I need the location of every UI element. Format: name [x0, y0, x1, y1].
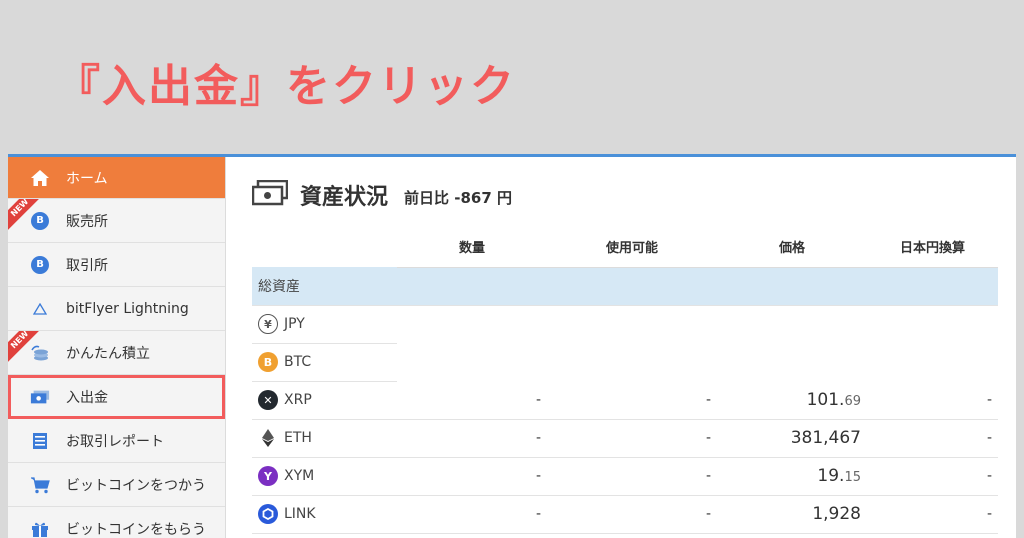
sidebar-item-get-bitcoin[interactable]: ビットコインをもらう: [8, 507, 225, 538]
table-row[interactable]: ¥ JPY: [252, 305, 998, 344]
asset-symbol: XRP: [284, 392, 312, 408]
sidebar-item-accumulate[interactable]: NEW かんたん積立: [8, 331, 225, 375]
sidebar-item-label: ビットコインをつかう: [66, 477, 206, 494]
asset-available: -: [547, 495, 717, 534]
page-title: 資産状況: [300, 185, 389, 210]
instruction-banner: 『入出金』をクリック: [56, 61, 516, 112]
sidebar-item-label: かんたん積立: [66, 345, 150, 362]
sidebar-item-use-bitcoin[interactable]: ビットコインをつかう: [8, 463, 225, 507]
asset-price: 1,928: [717, 495, 867, 534]
chainlink-icon: [258, 504, 278, 524]
symbol-icon: Y: [258, 466, 278, 486]
column-header-price: 価格: [717, 227, 867, 268]
table-row[interactable]: LINK - - 1,928 -: [252, 495, 998, 534]
sidebar-item-exchange[interactable]: B 取引所: [8, 243, 225, 287]
asset-available: -: [547, 419, 717, 458]
home-icon: [30, 168, 50, 188]
bitcoin-icon: B: [258, 352, 278, 372]
report-icon: [30, 431, 50, 451]
sidebar: ホーム NEW B 販売所 B 取引所 bitFlyer Lightning N…: [8, 157, 226, 538]
daily-change-unit: 円: [497, 188, 513, 207]
sidebar-item-label: 入出金: [66, 389, 108, 406]
table-header-row: 数量 使用可能 価格 日本円換算: [252, 227, 998, 268]
bitcoin-icon: B: [30, 255, 50, 275]
table-header-blank: [252, 227, 397, 267]
ethereum-icon: [258, 428, 278, 448]
asset-symbol: XYM: [284, 468, 315, 484]
cart-icon: [30, 475, 50, 495]
column-header-quantity: 数量: [397, 227, 547, 268]
gift-icon: [30, 519, 50, 538]
total-assets-row: 総資産: [252, 267, 998, 306]
asset-symbol: ETH: [284, 430, 312, 446]
sidebar-item-label: ビットコインをもらう: [66, 521, 206, 538]
app-window: ホーム NEW B 販売所 B 取引所 bitFlyer Lightning N…: [8, 154, 1016, 538]
page-header: 資産状況 前日比 -867 円: [251, 179, 512, 211]
sidebar-item-sales[interactable]: NEW B 販売所: [8, 199, 225, 243]
asset-jpy: -: [867, 381, 998, 420]
money-icon: [30, 387, 50, 407]
daily-change-label: 前日比: [404, 188, 450, 207]
asset-jpy: -: [867, 419, 998, 458]
lightning-triangle-icon: [30, 299, 50, 319]
table-row[interactable]: ✕ XRP - - 101.69 -: [252, 381, 998, 420]
asset-price: 381,467: [717, 419, 867, 458]
sidebar-item-deposit-withdraw[interactable]: 入出金: [8, 375, 225, 419]
sidebar-item-label: bitFlyer Lightning: [66, 300, 189, 317]
asset-price: 19.15: [717, 457, 867, 496]
asset-quantity: -: [397, 419, 547, 458]
table-row[interactable]: B BTC: [252, 343, 998, 382]
asset-quantity: -: [397, 381, 547, 420]
sidebar-item-lightning[interactable]: bitFlyer Lightning: [8, 287, 225, 331]
table-row[interactable]: ETH - - 381,467 -: [252, 419, 998, 458]
asset-price: 101.69: [717, 381, 867, 420]
money-icon: [251, 179, 289, 210]
sidebar-item-label: 取引所: [66, 257, 108, 274]
total-assets-label: 総資産: [252, 267, 998, 306]
sidebar-item-label: お取引レポート: [66, 433, 164, 450]
sidebar-item-label: 販売所: [66, 213, 108, 230]
column-header-jpy: 日本円換算: [867, 227, 998, 268]
bitcoin-icon: B: [30, 211, 50, 231]
daily-change: 前日比 -867 円: [404, 187, 512, 208]
coin-stack-icon: [30, 343, 50, 363]
asset-quantity: -: [397, 457, 547, 496]
asset-jpy: -: [867, 495, 998, 534]
asset-available: -: [547, 381, 717, 420]
main-content: 資産状況 前日比 -867 円 数量 使用可能 価格 日本円換算 総資産 ¥ J…: [226, 157, 1016, 538]
asset-jpy: -: [867, 457, 998, 496]
xrp-icon: ✕: [258, 390, 278, 410]
yen-icon: ¥: [258, 314, 278, 334]
table-row[interactable]: Y XYM - - 19.15 -: [252, 457, 998, 496]
asset-available: -: [547, 457, 717, 496]
asset-symbol: BTC: [284, 354, 312, 370]
asset-symbol: LINK: [284, 506, 316, 522]
assets-table: 数量 使用可能 価格 日本円換算 総資産 ¥ JPY B BTC ✕ XRP -…: [252, 227, 998, 534]
sidebar-item-report[interactable]: お取引レポート: [8, 419, 225, 463]
asset-quantity: -: [397, 495, 547, 534]
column-header-available: 使用可能: [547, 227, 717, 268]
sidebar-item-label: ホーム: [66, 170, 108, 187]
asset-symbol: JPY: [284, 316, 305, 332]
sidebar-item-home[interactable]: ホーム: [8, 157, 225, 199]
daily-change-value: -867: [454, 188, 492, 207]
